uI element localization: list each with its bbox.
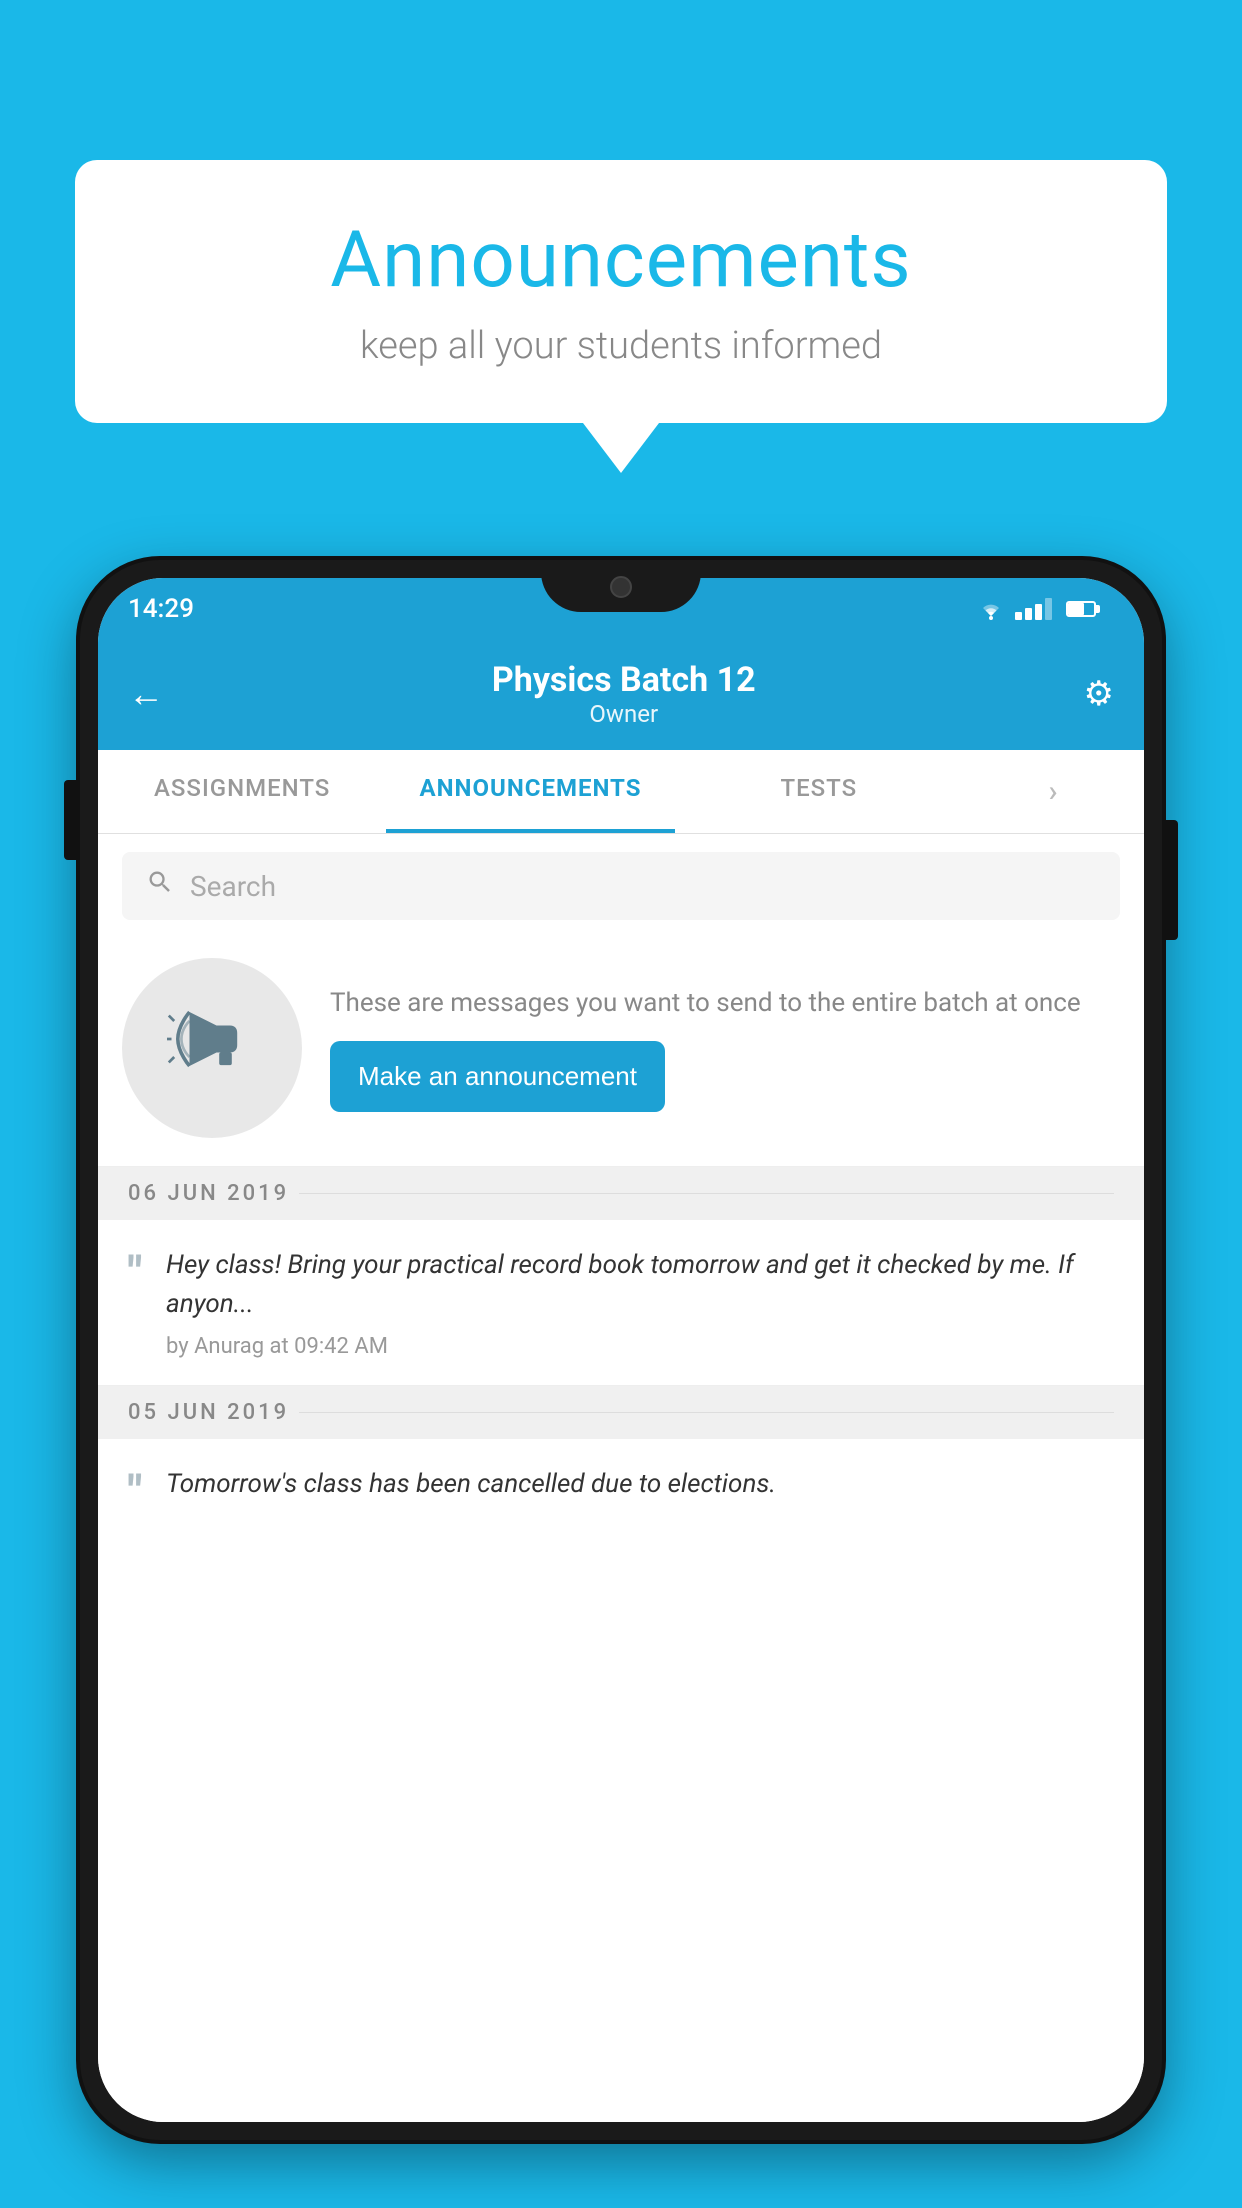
date-divider-1: 06 JUN 2019 [98, 1167, 1144, 1220]
announcement-item-1[interactable]: " Hey class! Bring your practical record… [98, 1220, 1144, 1386]
date-divider-2: 05 JUN 2019 [98, 1386, 1144, 1439]
promo-description: These are messages you want to send to t… [330, 984, 1120, 1023]
phone-camera [610, 576, 632, 598]
phone-notch [541, 560, 701, 612]
speech-bubble-container: Announcements keep all your students inf… [75, 160, 1167, 473]
search-placeholder: Search [190, 870, 276, 903]
phone-container: 14:29 [80, 560, 1162, 2208]
speech-bubble-title: Announcements [135, 215, 1107, 306]
status-icons [977, 598, 1096, 620]
announcement-item-2[interactable]: " Tomorrow's class has been cancelled du… [98, 1439, 1144, 1540]
announcement-author-1: by Anurag at 09:42 AM [166, 1334, 1114, 1359]
search-bar[interactable]: Search [122, 852, 1120, 920]
date-line-2 [299, 1412, 1114, 1413]
speech-bubble: Announcements keep all your students inf… [75, 160, 1167, 423]
megaphone-icon [167, 994, 257, 1102]
battery-icon [1066, 601, 1096, 617]
announcement-content-1: Hey class! Bring your practical record b… [166, 1246, 1114, 1359]
announcement-text-2: Tomorrow's class has been cancelled due … [166, 1465, 1114, 1504]
settings-icon[interactable]: ⚙ [1084, 674, 1114, 714]
back-button[interactable]: ← [128, 673, 164, 715]
announcement-text-1: Hey class! Bring your practical record b… [166, 1246, 1114, 1324]
content-area: Search [98, 834, 1144, 2122]
tab-more[interactable]: › [963, 750, 1144, 833]
tab-assignments[interactable]: ASSIGNMENTS [98, 750, 386, 833]
batch-subtitle: Owner [492, 700, 756, 728]
date-label-2: 05 JUN 2019 [128, 1400, 289, 1425]
date-label-1: 06 JUN 2019 [128, 1181, 289, 1206]
wifi-icon [977, 598, 1005, 620]
promo-section: These are messages you want to send to t… [98, 938, 1144, 1167]
phone-outer: 14:29 [80, 560, 1162, 2140]
quote-icon-2: " [128, 1469, 142, 1513]
date-line-1 [299, 1193, 1114, 1194]
promo-content: These are messages you want to send to t… [330, 984, 1120, 1112]
make-announcement-button[interactable]: Make an announcement [330, 1041, 665, 1112]
phone-screen: 14:29 [98, 578, 1144, 2122]
status-time: 14:29 [128, 594, 194, 624]
promo-icon-circle [122, 958, 302, 1138]
batch-title: Physics Batch 12 [492, 660, 756, 700]
tab-announcements[interactable]: ANNOUNCEMENTS [386, 750, 674, 833]
speech-bubble-subtitle: keep all your students informed [135, 324, 1107, 368]
app-header: ← Physics Batch 12 Owner ⚙ [98, 640, 1144, 750]
quote-icon-1: " [128, 1250, 142, 1294]
search-container: Search [98, 834, 1144, 938]
tabs-container: ASSIGNMENTS ANNOUNCEMENTS TESTS › [98, 750, 1144, 834]
header-title-group: Physics Batch 12 Owner [492, 660, 756, 728]
speech-bubble-tail [583, 423, 659, 473]
search-icon [146, 868, 174, 904]
tab-tests[interactable]: TESTS [675, 750, 963, 833]
signal-icon [1015, 598, 1052, 620]
announcement-content-2: Tomorrow's class has been cancelled due … [166, 1465, 1114, 1514]
